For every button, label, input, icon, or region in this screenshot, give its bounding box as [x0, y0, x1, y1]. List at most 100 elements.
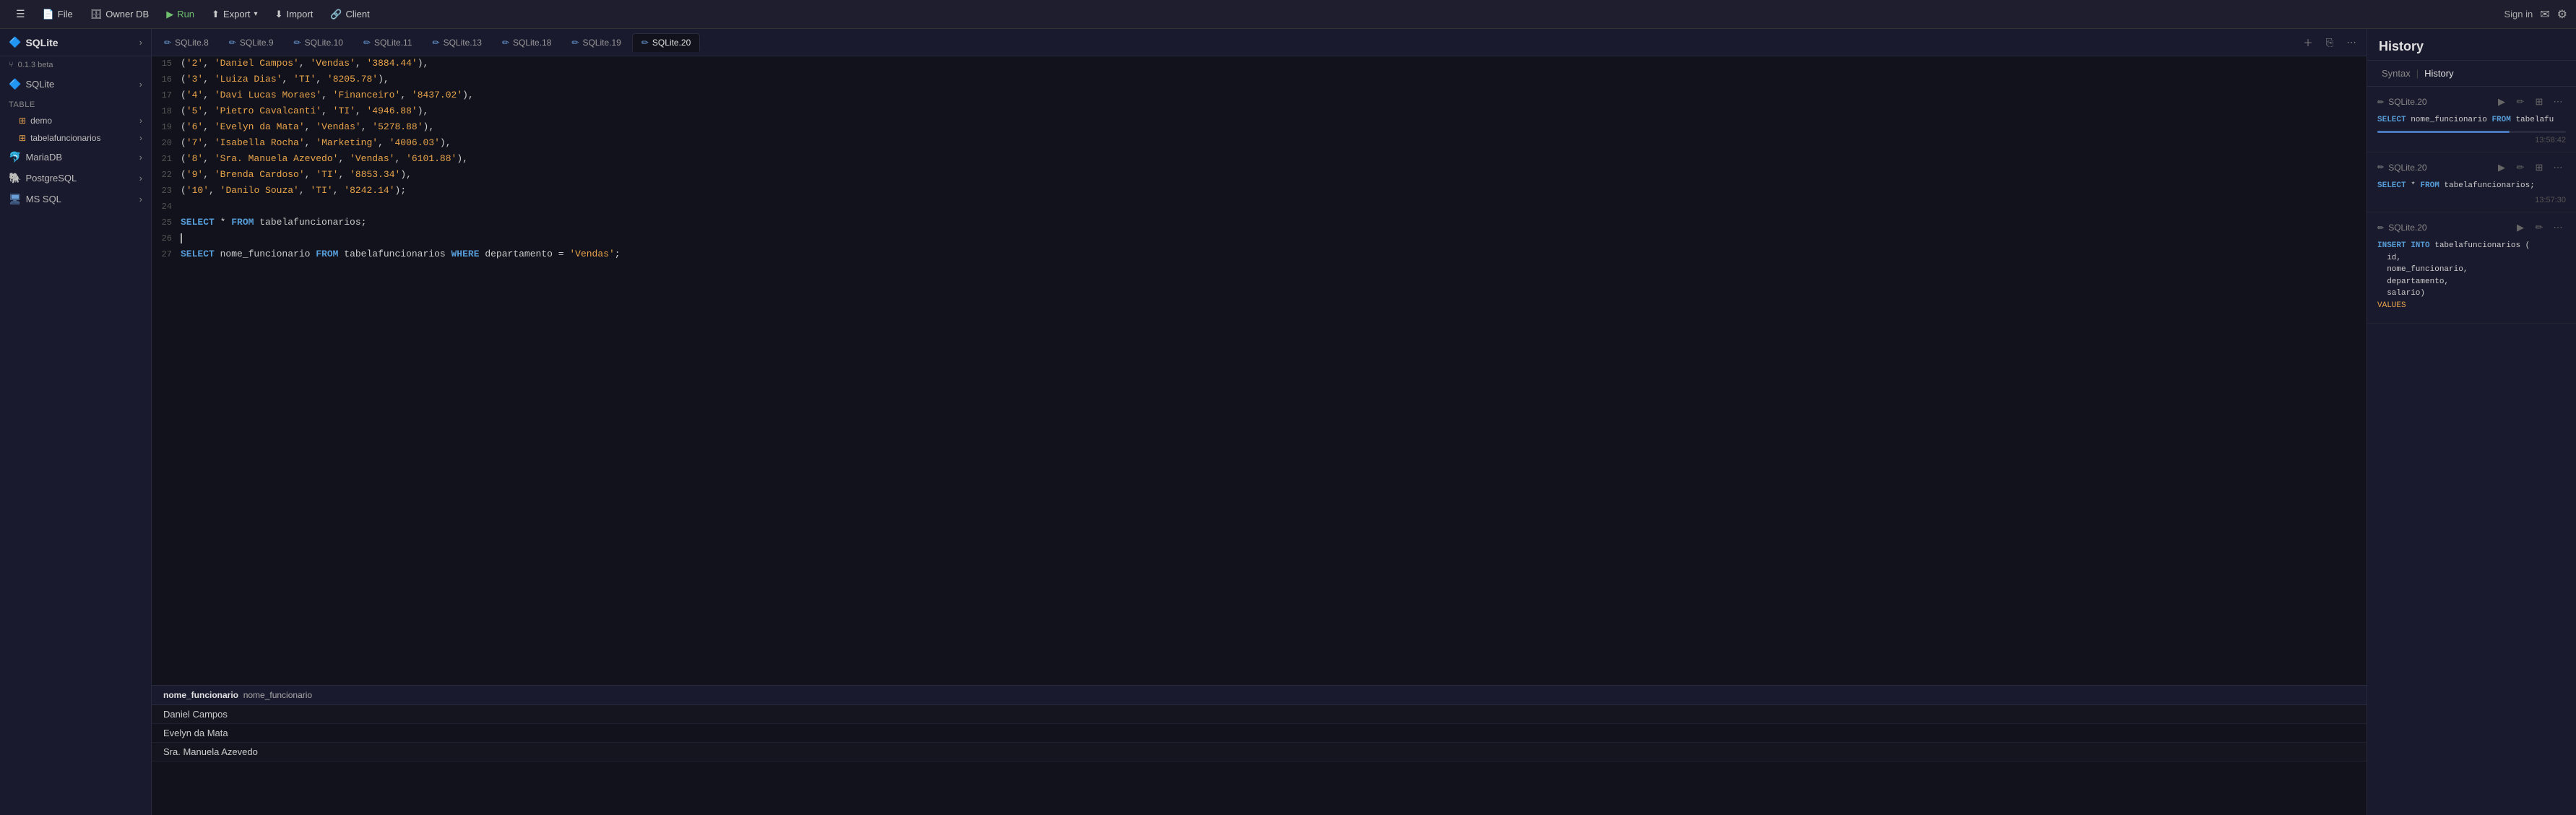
result-value-2: Sra. Manuela Azevedo	[163, 746, 258, 757]
sqlite-label: SQLite	[25, 37, 58, 48]
sidebar-item-sqlite-left: 🔷 SQLite	[9, 78, 54, 90]
sidebar-item-mariadb-left: 🐬 MariaDB	[9, 151, 62, 163]
sidebar-item-demo[interactable]: ⊞ demo ›	[0, 112, 151, 129]
client-button[interactable]: 🔗 Client	[323, 6, 376, 23]
code-line-18: 18 ('5', 'Pietro Cavalcanti', 'TI', '494…	[152, 104, 2367, 120]
tab-sqlite18[interactable]: ✏ SQLite.18	[493, 33, 561, 52]
history-item-2-sql: INSERT INTO tabelafuncionarios ( id, nom…	[2377, 240, 2566, 311]
tab-sqlite13[interactable]: ✏ SQLite.13	[423, 33, 491, 52]
history-item-2-db-label: SQLite.20	[2388, 223, 2426, 233]
sqlite-expand-icon[interactable]: ›	[139, 79, 142, 90]
history-item-1-more-button[interactable]: ⋯	[2550, 160, 2566, 176]
history-item-1-run-button[interactable]: ▶	[2494, 160, 2510, 176]
mssql-expand-icon[interactable]: ›	[139, 194, 142, 204]
import-label: Import	[286, 9, 313, 20]
history-item-0-run-button[interactable]: ▶	[2494, 94, 2510, 110]
history-tab-syntax[interactable]: Syntax	[2379, 66, 2413, 80]
tabs-bar: ✏ SQLite.8 ✏ SQLite.9 ✏ SQLite.10 ✏ SQLi…	[152, 29, 2367, 56]
code-line-21: 21 ('8', 'Sra. Manuela Azevedo', 'Vendas…	[152, 152, 2367, 168]
tab-sqlite9-label: SQLite.9	[240, 38, 274, 48]
history-item-0-sql: SELECT nome_funcionario FROM tabelafu	[2377, 114, 2566, 126]
sqlite-icon: 🔷	[9, 36, 21, 48]
history-item-2-edit-button[interactable]: ✏	[2531, 220, 2547, 236]
tab-sqlite11[interactable]: ✏ SQLite.11	[354, 33, 422, 52]
history-title: History	[2367, 29, 2576, 61]
history-item-1-db: ✏ SQLite.20	[2377, 163, 2427, 173]
sidebar-mssql-label: MS SQL	[26, 194, 61, 204]
topbar: ☰ 📄 File 🗄 Owner DB ▶ Run ⬆ Export ▾ ⬇ I…	[0, 0, 2576, 29]
sidebar-table-section: Table	[0, 95, 151, 112]
file-menu-button[interactable]: 📄 File	[35, 6, 80, 23]
share-tab-button[interactable]: ⎘	[2320, 33, 2339, 52]
code-line-26: 26	[152, 231, 2367, 247]
history-item-1: ✏ SQLite.20 ▶ ✏ ⊞ ⋯ SELECT * FROM tabela…	[2367, 152, 2576, 213]
owner-db-icon: 🗄	[90, 9, 103, 20]
topbar-right: Sign in ✉ ⚙	[2504, 7, 2568, 22]
demo-expand-icon[interactable]: ›	[139, 116, 142, 126]
results-column-header: nome_funcionario nome_funcionario	[152, 686, 2367, 705]
owner-db-button[interactable]: 🗄 Owner DB	[83, 6, 156, 23]
history-item-0-header: ✏ SQLite.20 ▶ ✏ ⊞ ⋯	[2377, 94, 2566, 110]
history-item-1-edit-button[interactable]: ✏	[2512, 160, 2528, 176]
sign-in-button[interactable]: Sign in	[2504, 9, 2533, 20]
code-line-19: 19 ('6', 'Evelyn da Mata', 'Vendas', '52…	[152, 120, 2367, 136]
code-line-17: 17 ('4', 'Davi Lucas Moraes', 'Financeir…	[152, 88, 2367, 104]
editor-pane[interactable]: 15 ('2', 'Daniel Campos', 'Vendas', '388…	[152, 56, 2367, 685]
tabelafunc-expand-icon[interactable]: ›	[139, 133, 142, 143]
new-tab-button[interactable]: ＋	[2299, 33, 2317, 52]
sidebar-item-demo-left: ⊞ demo	[19, 116, 52, 126]
sidebar-collapse-icon[interactable]: ›	[139, 37, 142, 48]
code-line-27: 27 SELECT nome_funcionario FROM tabelafu…	[152, 247, 2367, 263]
sidebar-item-sqlite[interactable]: 🔷 SQLite ›	[0, 74, 151, 95]
history-item-0-pencil-icon: ✏	[2377, 98, 2384, 107]
settings-icon[interactable]: ⚙	[2557, 7, 2567, 22]
topbar-left: ☰ 📄 File 🗄 Owner DB ▶ Run ⬆ Export ▾ ⬇ I…	[9, 5, 2502, 23]
tab-sqlite20[interactable]: ✏ SQLite.20	[632, 33, 700, 52]
column-label: nome_funcionario	[243, 690, 312, 700]
sidebar-item-mssql[interactable]: 🖥 MS SQL ›	[0, 189, 151, 210]
mail-icon[interactable]: ✉	[2540, 7, 2549, 22]
code-line-24: 24	[152, 199, 2367, 215]
sidebar-item-tabelafuncionarios[interactable]: ⊞ tabelafuncionarios ›	[0, 129, 151, 147]
history-item-0-grid-button[interactable]: ⊞	[2531, 94, 2547, 110]
run-button[interactable]: ▶ Run	[159, 6, 202, 23]
export-chevron-icon: ▾	[254, 10, 258, 18]
mariadb-expand-icon[interactable]: ›	[139, 152, 142, 163]
sidebar-sqlite-label: SQLite	[25, 79, 54, 90]
history-item-2-run-button[interactable]: ▶	[2512, 220, 2528, 236]
history-item-0-db-label: SQLite.20	[2388, 97, 2426, 107]
tab-sqlite20-label: SQLite.20	[652, 38, 691, 48]
sidebar-item-mariadb[interactable]: 🐬 MariaDB ›	[0, 147, 151, 168]
tab-sqlite10[interactable]: ✏ SQLite.10	[285, 33, 353, 52]
history-item-2-pencil-icon: ✏	[2377, 223, 2384, 233]
export-button[interactable]: ⬆ Export ▾	[204, 6, 265, 23]
tab-sqlite19[interactable]: ✏ SQLite.19	[562, 33, 630, 52]
history-item-0-more-button[interactable]: ⋯	[2550, 94, 2566, 110]
version-label: 0.1.3 beta	[18, 61, 53, 69]
tab-sqlite8-label: SQLite.8	[175, 38, 209, 48]
history-tab-history[interactable]: History	[2421, 66, 2456, 80]
import-button[interactable]: ⬇ Import	[268, 6, 321, 23]
mariadb-icon: 🐬	[9, 151, 21, 163]
pg-expand-icon[interactable]: ›	[139, 173, 142, 184]
history-item-0-progress	[2377, 131, 2566, 133]
menu-button[interactable]: ☰	[9, 5, 33, 23]
tab-sqlite9[interactable]: ✏ SQLite.9	[220, 33, 283, 52]
history-item-1-sql: SELECT * FROM tabelafuncionarios;	[2377, 180, 2566, 192]
more-tabs-button[interactable]: ⋯	[2342, 33, 2361, 52]
history-item-0-edit-button[interactable]: ✏	[2512, 94, 2528, 110]
sqlite-db-icon: 🔷	[9, 78, 21, 90]
sidebar-item-postgresql[interactable]: 🐘 PostgreSQL ›	[0, 168, 151, 189]
history-item-2-more-button[interactable]: ⋯	[2550, 220, 2566, 236]
history-item-1-grid-button[interactable]: ⊞	[2531, 160, 2547, 176]
tabelafunc-table-icon: ⊞	[19, 133, 26, 143]
tab-sqlite8[interactable]: ✏ SQLite.8	[155, 33, 218, 52]
client-icon: 🔗	[330, 9, 342, 20]
column-name: nome_funcionario	[163, 690, 238, 700]
sidebar: 🔷 SQLite › ⑂ 0.1.3 beta 🔷 SQLite › Table…	[0, 29, 152, 815]
mssql-icon: 🖥	[9, 193, 22, 205]
results-pane: nome_funcionario nome_funcionario Daniel…	[152, 685, 2367, 815]
code-line-16: 16 ('3', 'Luiza Dias', 'TI', '8205.78'),	[152, 72, 2367, 88]
tab-sqlite8-icon: ✏	[164, 38, 171, 48]
history-item-1-time: 13:57:30	[2377, 196, 2566, 204]
